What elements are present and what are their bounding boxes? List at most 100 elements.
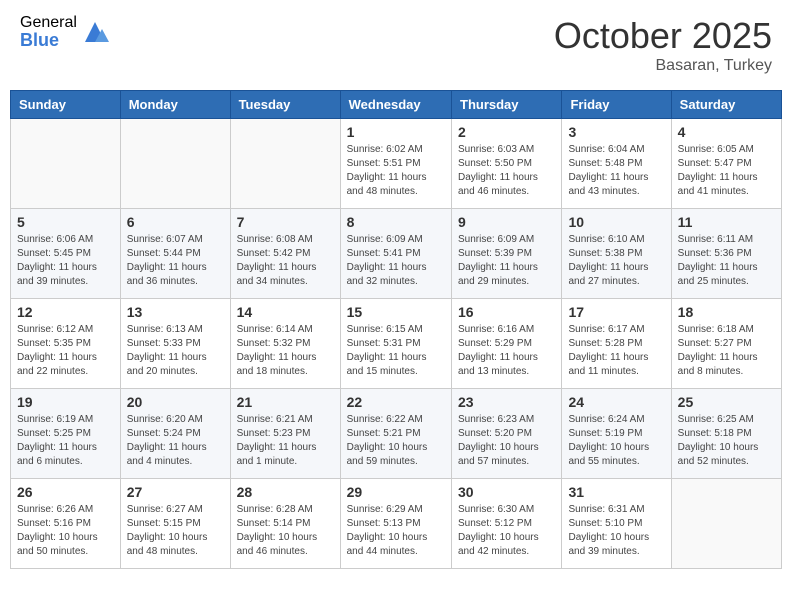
logo-icon	[80, 17, 110, 47]
weekday-header: Wednesday	[340, 91, 451, 119]
day-info: Sunrise: 6:05 AM Sunset: 5:47 PM Dayligh…	[678, 143, 775, 199]
logo-blue: Blue	[20, 31, 77, 49]
day-info: Sunrise: 6:27 AM Sunset: 5:15 PM Dayligh…	[127, 503, 224, 559]
calendar-cell: 31Sunrise: 6:31 AM Sunset: 5:10 PM Dayli…	[562, 479, 671, 569]
day-number: 26	[17, 484, 114, 500]
day-info: Sunrise: 6:22 AM Sunset: 5:21 PM Dayligh…	[347, 413, 445, 469]
calendar-cell	[120, 119, 230, 209]
calendar-cell: 4 Sunrise: 6:05 AM Sunset: 5:47 PM Daylig…	[671, 119, 781, 209]
calendar-cell: 29 Sunrise: 6:29 AM Sunset: 5:13 PM Dayli…	[340, 479, 451, 569]
day-info: Sunrise: 6:07 AM Sunset: 5:44 PM Dayligh…	[127, 233, 224, 289]
day-info: Sunrise: 6:29 AM Sunset: 5:13 PM Dayligh…	[347, 503, 445, 559]
calendar-cell: 8Sunrise: 6:09 AM Sunset: 5:41 PM Daylig…	[340, 209, 451, 299]
day-info: Sunrise: 6:13 AM Sunset: 5:33 PM Dayligh…	[127, 323, 224, 379]
calendar-cell: 24Sunrise: 6:24 AM Sunset: 5:19 PM Dayli…	[562, 389, 671, 479]
calendar-week-row: 26Sunrise: 6:26 AM Sunset: 5:16 PM Dayli…	[11, 479, 782, 569]
logo: General Blue	[20, 15, 110, 49]
day-number: 12	[17, 304, 114, 320]
day-number: 22	[347, 394, 445, 410]
calendar-cell	[671, 479, 781, 569]
day-info: Sunrise: 6:15 AM Sunset: 5:31 PM Dayligh…	[347, 323, 445, 379]
day-number: 9	[458, 214, 555, 230]
calendar-cell: 9 Sunrise: 6:09 AM Sunset: 5:39 PM Daylig…	[452, 209, 562, 299]
calendar-week-row: 19 Sunrise: 6:19 AM Sunset: 5:25 PM Dayli…	[11, 389, 782, 479]
day-info: Sunrise: 6:02 AM Sunset: 5:51 PM Dayligh…	[347, 143, 445, 199]
calendar-cell: 19 Sunrise: 6:19 AM Sunset: 5:25 PM Dayli…	[11, 389, 121, 479]
day-number: 30	[458, 484, 555, 500]
day-number: 16	[458, 304, 555, 320]
calendar-cell: 5 Sunrise: 6:06 AM Sunset: 5:45 PM Daylig…	[11, 209, 121, 299]
weekday-header: Sunday	[11, 91, 121, 119]
day-number: 3	[568, 124, 664, 140]
weekday-header: Friday	[562, 91, 671, 119]
day-number: 4	[678, 124, 775, 140]
day-info: Sunrise: 6:06 AM Sunset: 5:45 PM Dayligh…	[17, 233, 114, 289]
weekday-header: Saturday	[671, 91, 781, 119]
calendar-cell: 16 Sunrise: 6:16 AM Sunset: 5:29 PM Dayli…	[452, 299, 562, 389]
day-number: 18	[678, 304, 775, 320]
day-number: 6	[127, 214, 224, 230]
day-info: Sunrise: 6:19 AM Sunset: 5:25 PM Dayligh…	[17, 413, 114, 469]
day-info: Sunrise: 6:09 AM Sunset: 5:39 PM Dayligh…	[458, 233, 555, 289]
calendar-cell: 28 Sunrise: 6:28 AM Sunset: 5:14 PM Dayli…	[230, 479, 340, 569]
day-info: Sunrise: 6:17 AM Sunset: 5:28 PM Dayligh…	[568, 323, 664, 379]
day-info: Sunrise: 6:25 AM Sunset: 5:18 PM Dayligh…	[678, 413, 775, 469]
day-number: 27	[127, 484, 224, 500]
calendar-cell: 18 Sunrise: 6:18 AM Sunset: 5:27 PM Dayli…	[671, 299, 781, 389]
calendar-week-row: 12Sunrise: 6:12 AM Sunset: 5:35 PM Dayli…	[11, 299, 782, 389]
weekday-header: Tuesday	[230, 91, 340, 119]
day-info: Sunrise: 6:03 AM Sunset: 5:50 PM Dayligh…	[458, 143, 555, 199]
calendar-cell: 12Sunrise: 6:12 AM Sunset: 5:35 PM Dayli…	[11, 299, 121, 389]
day-info: Sunrise: 6:20 AM Sunset: 5:24 PM Dayligh…	[127, 413, 224, 469]
day-number: 11	[678, 214, 775, 230]
calendar-cell: 10 Sunrise: 6:10 AM Sunset: 5:38 PM Dayli…	[562, 209, 671, 299]
calendar-cell: 13 Sunrise: 6:13 AM Sunset: 5:33 PM Dayli…	[120, 299, 230, 389]
page-header: General Blue October 2025 Basaran, Turke…	[10, 10, 782, 80]
day-number: 2	[458, 124, 555, 140]
day-number: 15	[347, 304, 445, 320]
day-number: 29	[347, 484, 445, 500]
logo-text: General Blue	[20, 15, 77, 49]
calendar-cell: 3 Sunrise: 6:04 AM Sunset: 5:48 PM Daylig…	[562, 119, 671, 209]
day-number: 13	[127, 304, 224, 320]
day-number: 7	[237, 214, 334, 230]
day-number: 5	[17, 214, 114, 230]
day-number: 8	[347, 214, 445, 230]
calendar-cell: 6 Sunrise: 6:07 AM Sunset: 5:44 PM Daylig…	[120, 209, 230, 299]
day-number: 19	[17, 394, 114, 410]
day-number: 28	[237, 484, 334, 500]
calendar-cell: 15 Sunrise: 6:15 AM Sunset: 5:31 PM Dayli…	[340, 299, 451, 389]
day-number: 14	[237, 304, 334, 320]
calendar-week-row: 1 Sunrise: 6:02 AM Sunset: 5:51 PM Daylig…	[11, 119, 782, 209]
day-number: 23	[458, 394, 555, 410]
calendar-cell: 17Sunrise: 6:17 AM Sunset: 5:28 PM Dayli…	[562, 299, 671, 389]
day-info: Sunrise: 6:16 AM Sunset: 5:29 PM Dayligh…	[458, 323, 555, 379]
calendar-cell: 14Sunrise: 6:14 AM Sunset: 5:32 PM Dayli…	[230, 299, 340, 389]
day-info: Sunrise: 6:18 AM Sunset: 5:27 PM Dayligh…	[678, 323, 775, 379]
calendar-cell: 30Sunrise: 6:30 AM Sunset: 5:12 PM Dayli…	[452, 479, 562, 569]
day-info: Sunrise: 6:28 AM Sunset: 5:14 PM Dayligh…	[237, 503, 334, 559]
title-area: October 2025 Basaran, Turkey	[554, 15, 772, 75]
calendar-cell: 23Sunrise: 6:23 AM Sunset: 5:20 PM Dayli…	[452, 389, 562, 479]
day-number: 24	[568, 394, 664, 410]
weekday-header: Monday	[120, 91, 230, 119]
day-number: 21	[237, 394, 334, 410]
calendar-table: SundayMondayTuesdayWednesdayThursdayFrid…	[10, 90, 782, 569]
calendar-cell: 2 Sunrise: 6:03 AM Sunset: 5:50 PM Daylig…	[452, 119, 562, 209]
logo-general: General	[20, 15, 77, 31]
day-info: Sunrise: 6:10 AM Sunset: 5:38 PM Dayligh…	[568, 233, 664, 289]
calendar-week-row: 5 Sunrise: 6:06 AM Sunset: 5:45 PM Daylig…	[11, 209, 782, 299]
calendar-cell: 21 Sunrise: 6:21 AM Sunset: 5:23 PM Dayli…	[230, 389, 340, 479]
day-info: Sunrise: 6:04 AM Sunset: 5:48 PM Dayligh…	[568, 143, 664, 199]
day-info: Sunrise: 6:11 AM Sunset: 5:36 PM Dayligh…	[678, 233, 775, 289]
weekday-header: Thursday	[452, 91, 562, 119]
calendar-cell	[11, 119, 121, 209]
day-number: 10	[568, 214, 664, 230]
location: Basaran, Turkey	[554, 57, 772, 75]
weekday-header-row: SundayMondayTuesdayWednesdayThursdayFrid…	[11, 91, 782, 119]
day-number: 1	[347, 124, 445, 140]
calendar-cell: 1 Sunrise: 6:02 AM Sunset: 5:51 PM Daylig…	[340, 119, 451, 209]
calendar-cell: 7Sunrise: 6:08 AM Sunset: 5:42 PM Daylig…	[230, 209, 340, 299]
day-info: Sunrise: 6:21 AM Sunset: 5:23 PM Dayligh…	[237, 413, 334, 469]
day-info: Sunrise: 6:31 AM Sunset: 5:10 PM Dayligh…	[568, 503, 664, 559]
